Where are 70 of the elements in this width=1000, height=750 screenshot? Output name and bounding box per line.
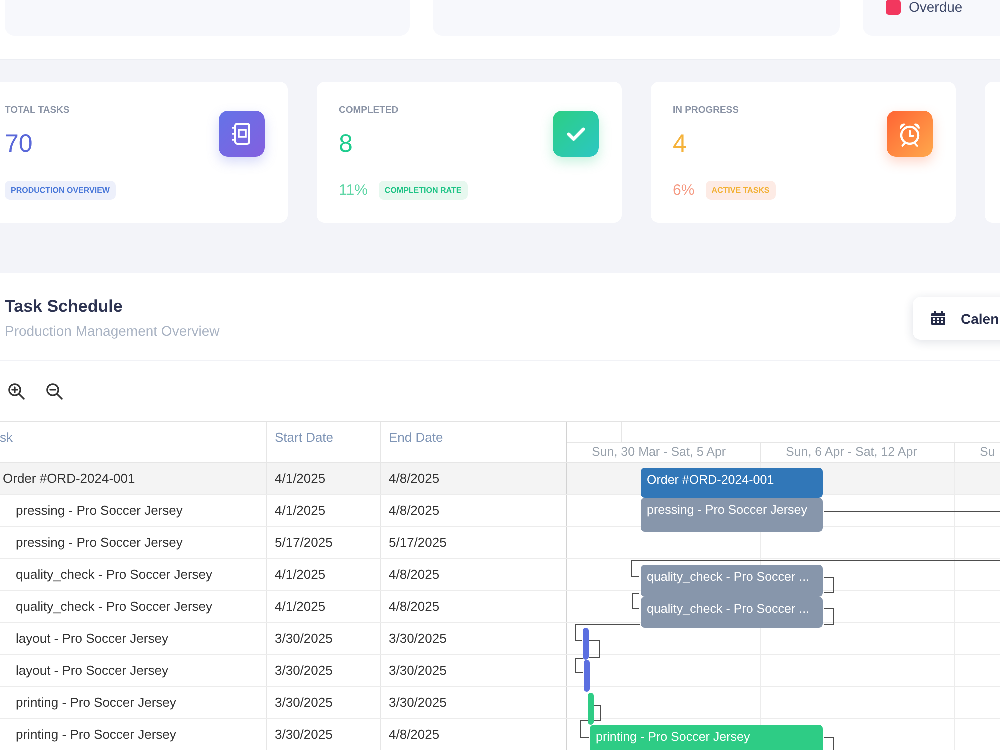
column-header: End Date (389, 430, 444, 445)
start-date: 4/1/2025 (275, 599, 326, 614)
week-label: Su (980, 445, 996, 459)
zoom-out-icon[interactable] (46, 382, 63, 400)
table-row[interactable]: pressing - Pro Soccer Jersey 5/17/2025 5/17/2025 (0, 527, 567, 559)
task-name: printing - Pro Soccer Jersey (16, 695, 176, 710)
end-date: 3/30/2025 (389, 663, 447, 678)
dependency-line (824, 608, 834, 625)
table-row[interactable]: pressing - Pro Soccer Jersey 4/1/2025 4/8/2025 (0, 495, 567, 527)
task-name: quality_check - Pro Soccer Jersey (16, 599, 213, 614)
zoom-in-icon[interactable] (8, 382, 25, 400)
start-date: 3/30/2025 (275, 695, 333, 710)
table-row[interactable]: quality_check - Pro Soccer Jersey 4/1/2025 4/8/2025 (0, 591, 567, 623)
task-bar[interactable] (584, 660, 590, 692)
start-date: 4/1/2025 (275, 567, 326, 582)
start-date: 4/1/2025 (275, 503, 326, 518)
start-date: 4/1/2025 (275, 471, 326, 486)
task-name: quality_check - Pro Soccer Jersey (16, 567, 213, 582)
alarm-clock-icon (887, 111, 933, 157)
column-header: sk (0, 430, 13, 445)
stat-badge: PRODUCTION OVERVIEW (5, 181, 116, 200)
legend-label: Overdue (909, 0, 963, 15)
task-name: printing - Pro Soccer Jersey (16, 727, 176, 742)
week-label: Sun, 30 Mar - Sat, 5 Apr (592, 445, 726, 459)
start-date: 5/17/2025 (275, 535, 333, 550)
dependency-line (580, 720, 590, 738)
end-date: 4/8/2025 (389, 567, 440, 582)
section-title: Task Schedule (5, 297, 123, 317)
stat-label: IN PROGRESS (673, 105, 739, 117)
stat-label: TOTAL TASKS (5, 105, 70, 117)
task-name: pressing - Pro Soccer Jersey (16, 535, 183, 550)
task-bar[interactable]: Order #ORD-2024-001 (641, 468, 823, 498)
end-date: 5/17/2025 (389, 535, 447, 550)
end-date: 4/8/2025 (389, 471, 440, 486)
end-date: 3/30/2025 (389, 695, 447, 710)
stat-value: 4 (673, 129, 687, 159)
table-row[interactable]: layout - Pro Soccer Jersey 3/30/2025 3/30/2025 (0, 623, 567, 655)
end-date: 4/8/2025 (389, 727, 440, 742)
task-name: layout - Pro Soccer Jersey (16, 631, 168, 646)
task-name: Order #ORD-2024-001 (3, 471, 136, 486)
column-header: Start Date (275, 430, 334, 445)
dependency-line (575, 658, 584, 673)
start-date: 3/30/2025 (275, 727, 333, 742)
week-label: Sun, 6 Apr - Sat, 12 Apr (786, 445, 918, 459)
table-row[interactable]: layout - Pro Soccer Jersey 3/30/2025 3/30/2025 (0, 655, 567, 687)
end-date: 4/8/2025 (389, 503, 440, 518)
task-bar[interactable] (583, 628, 589, 660)
stat-label: COMPLETED (339, 105, 399, 117)
calendar-icon (931, 311, 946, 326)
end-date: 3/30/2025 (389, 631, 447, 646)
dependency-line (824, 737, 834, 750)
stat-badge: ACTIVE TASKS (706, 181, 776, 200)
stat-percent: 11% (339, 182, 368, 200)
stat-percent: 6% (673, 182, 695, 200)
section-subtitle: Production Management Overview (5, 322, 220, 340)
stat-value: 70 (5, 129, 33, 159)
calendar-button[interactable]: Calen (913, 297, 1000, 340)
table-row[interactable]: quality_check - Pro Soccer Jersey 4/1/2025 4/8/2025 (0, 559, 567, 591)
task-name: layout - Pro Soccer Jersey (16, 663, 168, 678)
stat-badge: COMPLETION RATE (378, 181, 468, 200)
dependency-line (632, 593, 640, 609)
table-row[interactable]: printing - Pro Soccer Jersey 3/30/2025 3/30/2025 (0, 687, 567, 719)
end-date: 4/8/2025 (389, 599, 440, 614)
task-name: pressing - Pro Soccer Jersey (16, 503, 183, 518)
notebook-icon (219, 111, 265, 157)
check-icon (553, 111, 599, 157)
start-date: 3/30/2025 (275, 663, 333, 678)
stat-value: 8 (339, 129, 353, 159)
dependency-line (593, 705, 601, 721)
start-date: 3/30/2025 (275, 631, 333, 646)
